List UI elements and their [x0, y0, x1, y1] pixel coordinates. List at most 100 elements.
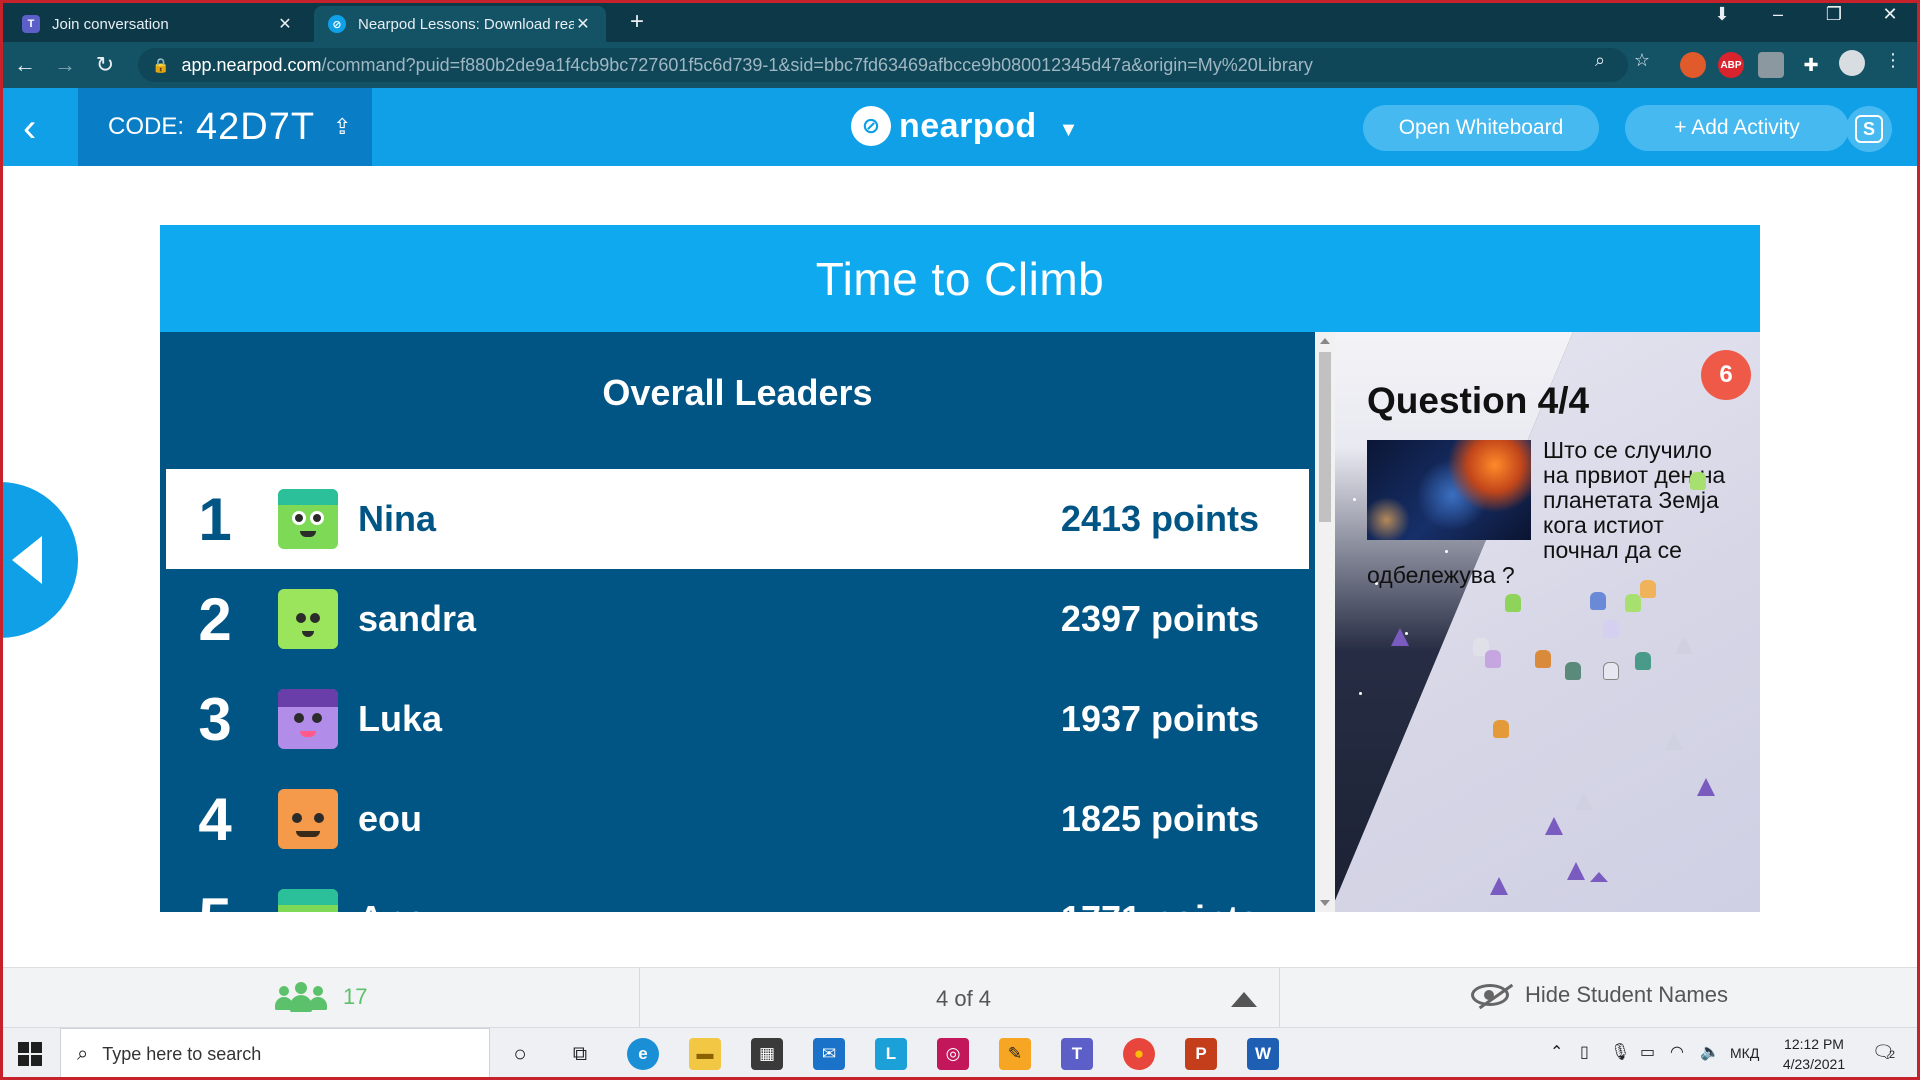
- zoom-icon[interactable]: ⌕: [1587, 50, 1613, 71]
- students-group-icon: [275, 982, 327, 1012]
- nearpod-logo[interactable]: ⊘ nearpod ▼: [851, 106, 1078, 146]
- address-bar[interactable]: 🔒 app.nearpod.com/command?puid=f880b2de9…: [138, 48, 1628, 82]
- question-timer: 6: [1701, 350, 1751, 400]
- volume-icon[interactable]: 🔈: [1700, 1042, 1720, 1062]
- taskbar-search-input[interactable]: ⌕ Type here to search: [60, 1028, 490, 1080]
- student-climber-avatar: [1603, 620, 1619, 638]
- chrome-icon[interactable]: ●: [1123, 1038, 1155, 1070]
- bookmark-star-icon[interactable]: ☆: [1629, 50, 1655, 71]
- nearpod-header: ‹ CODE: 42D7T ⇪ ⊘ nearpod ▼ Open Whitebo…: [3, 88, 1917, 166]
- code-value: 42D7T: [196, 105, 316, 148]
- slide-navigator-toggle-icon[interactable]: [1231, 992, 1257, 1007]
- tab-search-icon[interactable]: ⬇: [1702, 4, 1742, 25]
- battery-icon[interactable]: ▭: [1640, 1042, 1655, 1062]
- leader-rank: 3: [198, 685, 232, 753]
- cortana-icon[interactable]: ○: [504, 1038, 536, 1070]
- profile-avatar[interactable]: [1839, 50, 1865, 81]
- chevron-down-icon[interactable]: ▼: [1059, 119, 1079, 142]
- l-app-icon[interactable]: L: [875, 1038, 907, 1070]
- avatar: [278, 489, 338, 549]
- slide-title: Time to Climb: [160, 225, 1760, 332]
- edge-icon[interactable]: e: [627, 1038, 659, 1070]
- leader-points: 1825 points: [1060, 798, 1259, 839]
- leader-name: Nina: [358, 498, 437, 539]
- browser-tab-strip: T Join conversation ✕ ⊘ Nearpod Lessons:…: [0, 0, 1920, 42]
- minimize-icon[interactable]: –: [1758, 4, 1798, 25]
- app-pink-icon[interactable]: ◎: [937, 1038, 969, 1070]
- student-climber-avatar: [1493, 720, 1509, 738]
- powerpoint-icon[interactable]: P: [1185, 1038, 1217, 1070]
- windows-taskbar: ⌕ Type here to search ○ ⧉ e ▬ ▦ ✉ L ◎ ✎ …: [0, 1027, 1920, 1080]
- climbing-rock-icon: [1675, 636, 1693, 654]
- back-icon[interactable]: ←: [10, 52, 40, 78]
- language-indicator[interactable]: МКД: [1730, 1045, 1759, 1061]
- back-arrow-icon[interactable]: ‹: [23, 106, 63, 151]
- microphone-icon[interactable]: 🎙: [1610, 1042, 1630, 1062]
- tab-join-conversation[interactable]: T Join conversation ✕: [8, 6, 308, 42]
- close-icon[interactable]: ✕: [276, 14, 294, 34]
- leader-row: 5 Ana 1771 points: [166, 869, 1309, 912]
- word-icon[interactable]: W: [1247, 1038, 1279, 1070]
- windows-start-icon[interactable]: [18, 1042, 42, 1066]
- new-tab-button[interactable]: +: [622, 8, 652, 36]
- extension-icon-gray[interactable]: [1758, 52, 1784, 78]
- add-activity-button[interactable]: + Add Activity: [1625, 105, 1849, 151]
- scroll-up-icon[interactable]: [1320, 338, 1330, 344]
- forward-icon[interactable]: →: [50, 52, 80, 78]
- leader-name: Luka: [358, 698, 443, 739]
- leaderboard-scrollbar[interactable]: [1315, 332, 1335, 912]
- app-orange-icon[interactable]: ✎: [999, 1038, 1031, 1070]
- slide-pager: 4 of 4: [936, 986, 992, 1011]
- share-icon[interactable]: ⇪: [333, 114, 351, 140]
- leader-points: 1771 points: [959, 898, 1259, 912]
- puzzle-icon[interactable]: ✚: [1798, 52, 1824, 78]
- eye-slash-icon: [1471, 983, 1514, 1010]
- teams-icon[interactable]: T: [1061, 1038, 1093, 1070]
- clock-date: 4/23/2021: [1782, 1056, 1846, 1072]
- adblock-icon[interactable]: ABP: [1718, 52, 1744, 78]
- close-window-icon[interactable]: ✕: [1870, 4, 1910, 25]
- close-icon[interactable]: ✕: [574, 14, 592, 34]
- url-host: app.nearpod.com: [181, 54, 322, 75]
- leader-row: 3 Luka 1937 points: [166, 669, 1309, 769]
- students-count[interactable]: 17: [275, 982, 367, 1012]
- climbing-rock-icon: [1575, 792, 1593, 810]
- leader-row: 2 sandra 2397 points: [166, 569, 1309, 669]
- file-explorer-icon[interactable]: ▬: [689, 1038, 721, 1070]
- student-climber-avatar: [1635, 652, 1651, 670]
- mail-icon[interactable]: ✉: [813, 1038, 845, 1070]
- climbing-rock-icon: [1490, 877, 1508, 895]
- leader-rank: 4: [198, 785, 232, 853]
- nearpod-icon: ⊘: [328, 15, 346, 33]
- climbing-rock-icon: [1665, 732, 1683, 750]
- url-path: /command?puid=f880b2de9a1f4cb9bc727601f5…: [321, 54, 1313, 75]
- student-climber-avatar: [1535, 650, 1551, 668]
- scroll-thumb[interactable]: [1319, 352, 1331, 522]
- wifi-icon[interactable]: ◠: [1670, 1042, 1684, 1062]
- leader-name: sandra: [358, 598, 477, 639]
- store-icon[interactable]: ▦: [751, 1038, 783, 1070]
- extension-icon-red[interactable]: [1680, 52, 1706, 78]
- previous-slide-button[interactable]: [0, 482, 78, 638]
- left-arrow-icon: [12, 536, 42, 584]
- teams-icon: T: [22, 15, 40, 33]
- code-label: CODE:: [108, 113, 185, 140]
- scroll-down-icon[interactable]: [1320, 900, 1330, 906]
- device-icon[interactable]: ▯: [1580, 1042, 1589, 1062]
- menu-dots-icon[interactable]: ⋮: [1880, 50, 1906, 71]
- taskbar-clock[interactable]: 12:12 PM 4/23/2021: [1764, 1034, 1864, 1074]
- notifications-icon[interactable]: 🗨2: [1872, 1042, 1895, 1063]
- task-view-icon[interactable]: ⧉: [564, 1038, 596, 1070]
- show-hidden-icons[interactable]: ⌃: [1550, 1042, 1563, 1062]
- climbing-rock-icon: [1590, 872, 1608, 882]
- leader-points: 2397 points: [1060, 598, 1259, 639]
- leaderboard-heading: Overall Leaders: [602, 372, 873, 413]
- open-whiteboard-button[interactable]: Open Whiteboard: [1363, 105, 1599, 151]
- question-text-block: Што се случило на првиот ден на планетат…: [1367, 438, 1737, 588]
- restore-icon[interactable]: ❐: [1814, 4, 1854, 25]
- student-climber-avatar: [1485, 650, 1501, 668]
- reload-icon[interactable]: ↻: [90, 52, 120, 78]
- hide-student-names-button[interactable]: Hide Student Names: [1471, 982, 1728, 1010]
- tab-nearpod-lessons[interactable]: ⊘ Nearpod Lessons: Download ready ✕: [314, 6, 606, 42]
- s-app-button[interactable]: S: [1846, 106, 1892, 152]
